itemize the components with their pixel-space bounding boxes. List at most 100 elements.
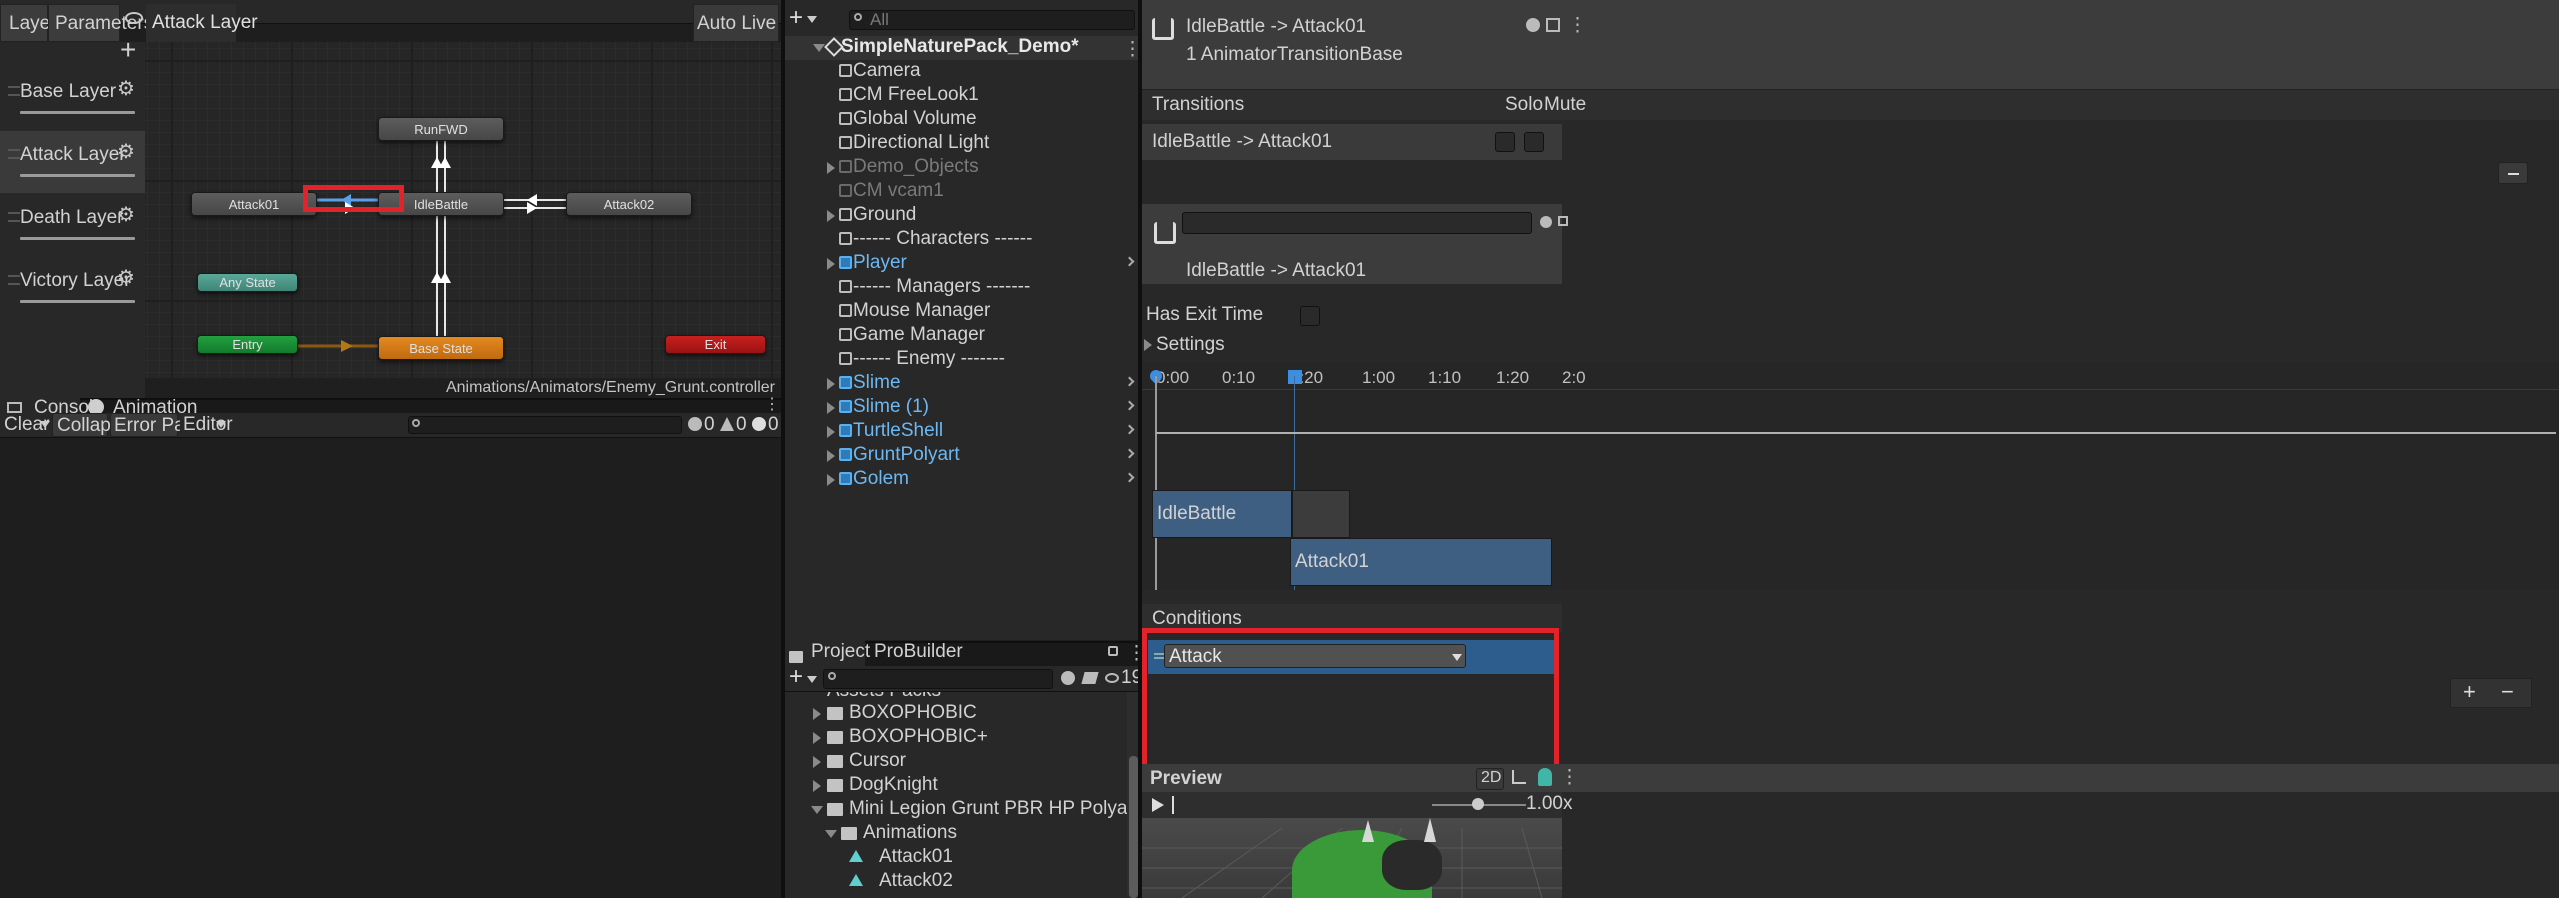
- fold-closed-icon[interactable]: [827, 378, 835, 390]
- chevron-right-icon[interactable]: [1124, 448, 1135, 459]
- fold-closed-icon[interactable]: [827, 162, 835, 174]
- state-attack02[interactable]: Attack02: [566, 192, 692, 216]
- settings-foldout[interactable]: Settings: [1142, 330, 1562, 358]
- project-partial-row[interactable]: Assets Packs: [827, 692, 941, 702]
- filter-label-icon[interactable]: [1081, 672, 1099, 684]
- help-icon[interactable]: [1540, 216, 1552, 228]
- project-search-input[interactable]: [823, 669, 1053, 689]
- state-exit[interactable]: Exit: [665, 335, 766, 354]
- hierarchy-item[interactable]: Slime (1): [785, 396, 1140, 420]
- fold-open-icon[interactable]: [813, 44, 825, 52]
- console-search-input[interactable]: [408, 416, 682, 434]
- hierarchy-item[interactable]: Game Manager: [785, 324, 1140, 348]
- speed-slider-thumb[interactable]: [1472, 798, 1484, 810]
- parameters-tab[interactable]: Parameters: [48, 4, 153, 42]
- transition-name-field[interactable]: [1182, 212, 1532, 234]
- layer-item-attack[interactable]: Attack Layer ⚙: [0, 131, 145, 193]
- help-icon[interactable]: [1526, 18, 1540, 32]
- hierarchy-item[interactable]: Ground: [785, 204, 1140, 228]
- animator-graph[interactable]: RunFWD Attack01 IdleBattle Attack02 Any …: [145, 42, 781, 378]
- state-attack01[interactable]: Attack01: [191, 192, 317, 216]
- hierarchy-item[interactable]: Player: [785, 252, 1140, 276]
- hierarchy-item[interactable]: TurtleShell: [785, 420, 1140, 444]
- preview-2d-button[interactable]: 2D: [1476, 768, 1504, 790]
- breadcrumb[interactable]: Attack Layer: [146, 4, 258, 42]
- warning-count[interactable]: 0: [720, 414, 747, 435]
- drag-handle-icon[interactable]: [8, 149, 20, 159]
- filter-type-icon[interactable]: [1061, 671, 1075, 685]
- state-base-state[interactable]: Base State: [378, 336, 504, 360]
- chevron-right-icon[interactable]: [1124, 472, 1135, 483]
- lock-icon[interactable]: [1108, 646, 1118, 656]
- fold-closed-icon[interactable]: [827, 402, 835, 414]
- project-item[interactable]: BOXOPHOBIC+: [785, 726, 1125, 750]
- clip-attack01[interactable]: Attack01: [1290, 538, 1552, 586]
- clip-idlebattle[interactable]: IdleBattle: [1152, 490, 1292, 538]
- clear-dropdown-icon[interactable]: [40, 421, 50, 428]
- hierarchy-item[interactable]: Demo_Objects: [785, 156, 1140, 180]
- scrollbar-thumb[interactable]: [1129, 756, 1138, 898]
- chevron-down-icon[interactable]: [807, 676, 817, 683]
- hierarchy-item[interactable]: ------ Characters ------: [785, 228, 1140, 252]
- chevron-right-icon[interactable]: [1124, 376, 1135, 387]
- gear-icon[interactable]: ⚙: [115, 78, 137, 100]
- solo-checkbox[interactable]: [1495, 132, 1515, 152]
- state-entry[interactable]: Entry: [197, 335, 298, 354]
- state-any-state[interactable]: Any State: [197, 273, 298, 292]
- fold-open-icon[interactable]: [825, 830, 837, 838]
- hierarchy-item[interactable]: ------ Managers -------: [785, 276, 1140, 300]
- has-exit-time-checkbox[interactable]: [1300, 306, 1320, 326]
- error-count[interactable]: 0: [752, 414, 779, 435]
- mute-checkbox[interactable]: [1524, 132, 1544, 152]
- create-asset-button[interactable]: +: [789, 663, 803, 691]
- hierarchy-item[interactable]: Camera: [785, 60, 1140, 84]
- fold-closed-icon[interactable]: [813, 732, 821, 744]
- more-menu-icon[interactable]: ⋮: [1560, 766, 1579, 789]
- hierarchy-item[interactable]: CM FreeLook1: [785, 84, 1140, 108]
- chevron-right-icon[interactable]: [1124, 256, 1135, 267]
- play-icon[interactable]: [1152, 798, 1164, 812]
- state-runfwd[interactable]: RunFWD: [378, 117, 504, 141]
- fold-closed-icon[interactable]: [827, 450, 835, 462]
- pivot-icon[interactable]: [1512, 770, 1526, 784]
- hierarchy-item[interactable]: CM vcam1: [785, 180, 1140, 204]
- chevron-right-icon[interactable]: [1124, 400, 1135, 411]
- project-item[interactable]: Animations: [785, 822, 1125, 846]
- gear-icon[interactable]: ⚙: [115, 141, 137, 163]
- chevron-right-icon[interactable]: [1124, 424, 1135, 435]
- transition-marker[interactable]: [1288, 370, 1302, 384]
- editor-dropdown[interactable]: Editor: [180, 413, 233, 437]
- project-item[interactable]: BOXOPHOBIC: [785, 702, 1125, 726]
- settings-sliders-icon[interactable]: [1558, 216, 1568, 226]
- hierarchy-item[interactable]: ------ Enemy -------: [785, 348, 1140, 372]
- transition-timeline[interactable]: 0:00 0:10 0:20 1:00 1:10 1:20 2:0 IdleBa…: [1142, 362, 2559, 590]
- avatar-icon[interactable]: [1538, 768, 1552, 786]
- fold-open-icon[interactable]: [811, 806, 823, 814]
- hierarchy-item[interactable]: Mouse Manager: [785, 300, 1140, 324]
- preview-scrubber[interactable]: [1172, 796, 1174, 814]
- settings-sliders-icon[interactable]: [1546, 18, 1560, 32]
- drag-handle-icon[interactable]: [8, 86, 20, 96]
- fold-closed-icon[interactable]: [827, 210, 835, 222]
- remove-transition-button[interactable]: [2498, 162, 2528, 184]
- project-item[interactable]: Attack02: [785, 870, 1125, 894]
- fold-closed-icon[interactable]: [827, 474, 835, 486]
- clear-button[interactable]: Clear: [0, 413, 49, 437]
- fold-closed-icon[interactable]: [813, 708, 821, 720]
- layer-item-victory[interactable]: Victory Layer ⚙: [0, 257, 145, 319]
- hierarchy-search-input[interactable]: All: [849, 10, 1135, 30]
- preview-viewport[interactable]: [1142, 818, 1562, 898]
- fold-closed-icon[interactable]: [813, 780, 821, 792]
- add-object-button[interactable]: +: [789, 4, 803, 32]
- collapse-button[interactable]: Collapse: [52, 413, 131, 437]
- add-condition-button[interactable]: +: [2463, 679, 2476, 705]
- hierarchy-item[interactable]: Golem: [785, 468, 1140, 492]
- gear-icon[interactable]: ⚙: [115, 204, 137, 226]
- eye-icon[interactable]: [125, 12, 143, 24]
- drag-handle-icon[interactable]: [8, 212, 20, 222]
- gear-icon[interactable]: ⚙: [115, 267, 137, 289]
- fold-closed-icon[interactable]: [813, 756, 821, 768]
- transition-row[interactable]: IdleBattle -> Attack01: [1142, 124, 1562, 160]
- remove-condition-button[interactable]: −: [2501, 679, 2514, 705]
- hierarchy-item[interactable]: Global Volume: [785, 108, 1140, 132]
